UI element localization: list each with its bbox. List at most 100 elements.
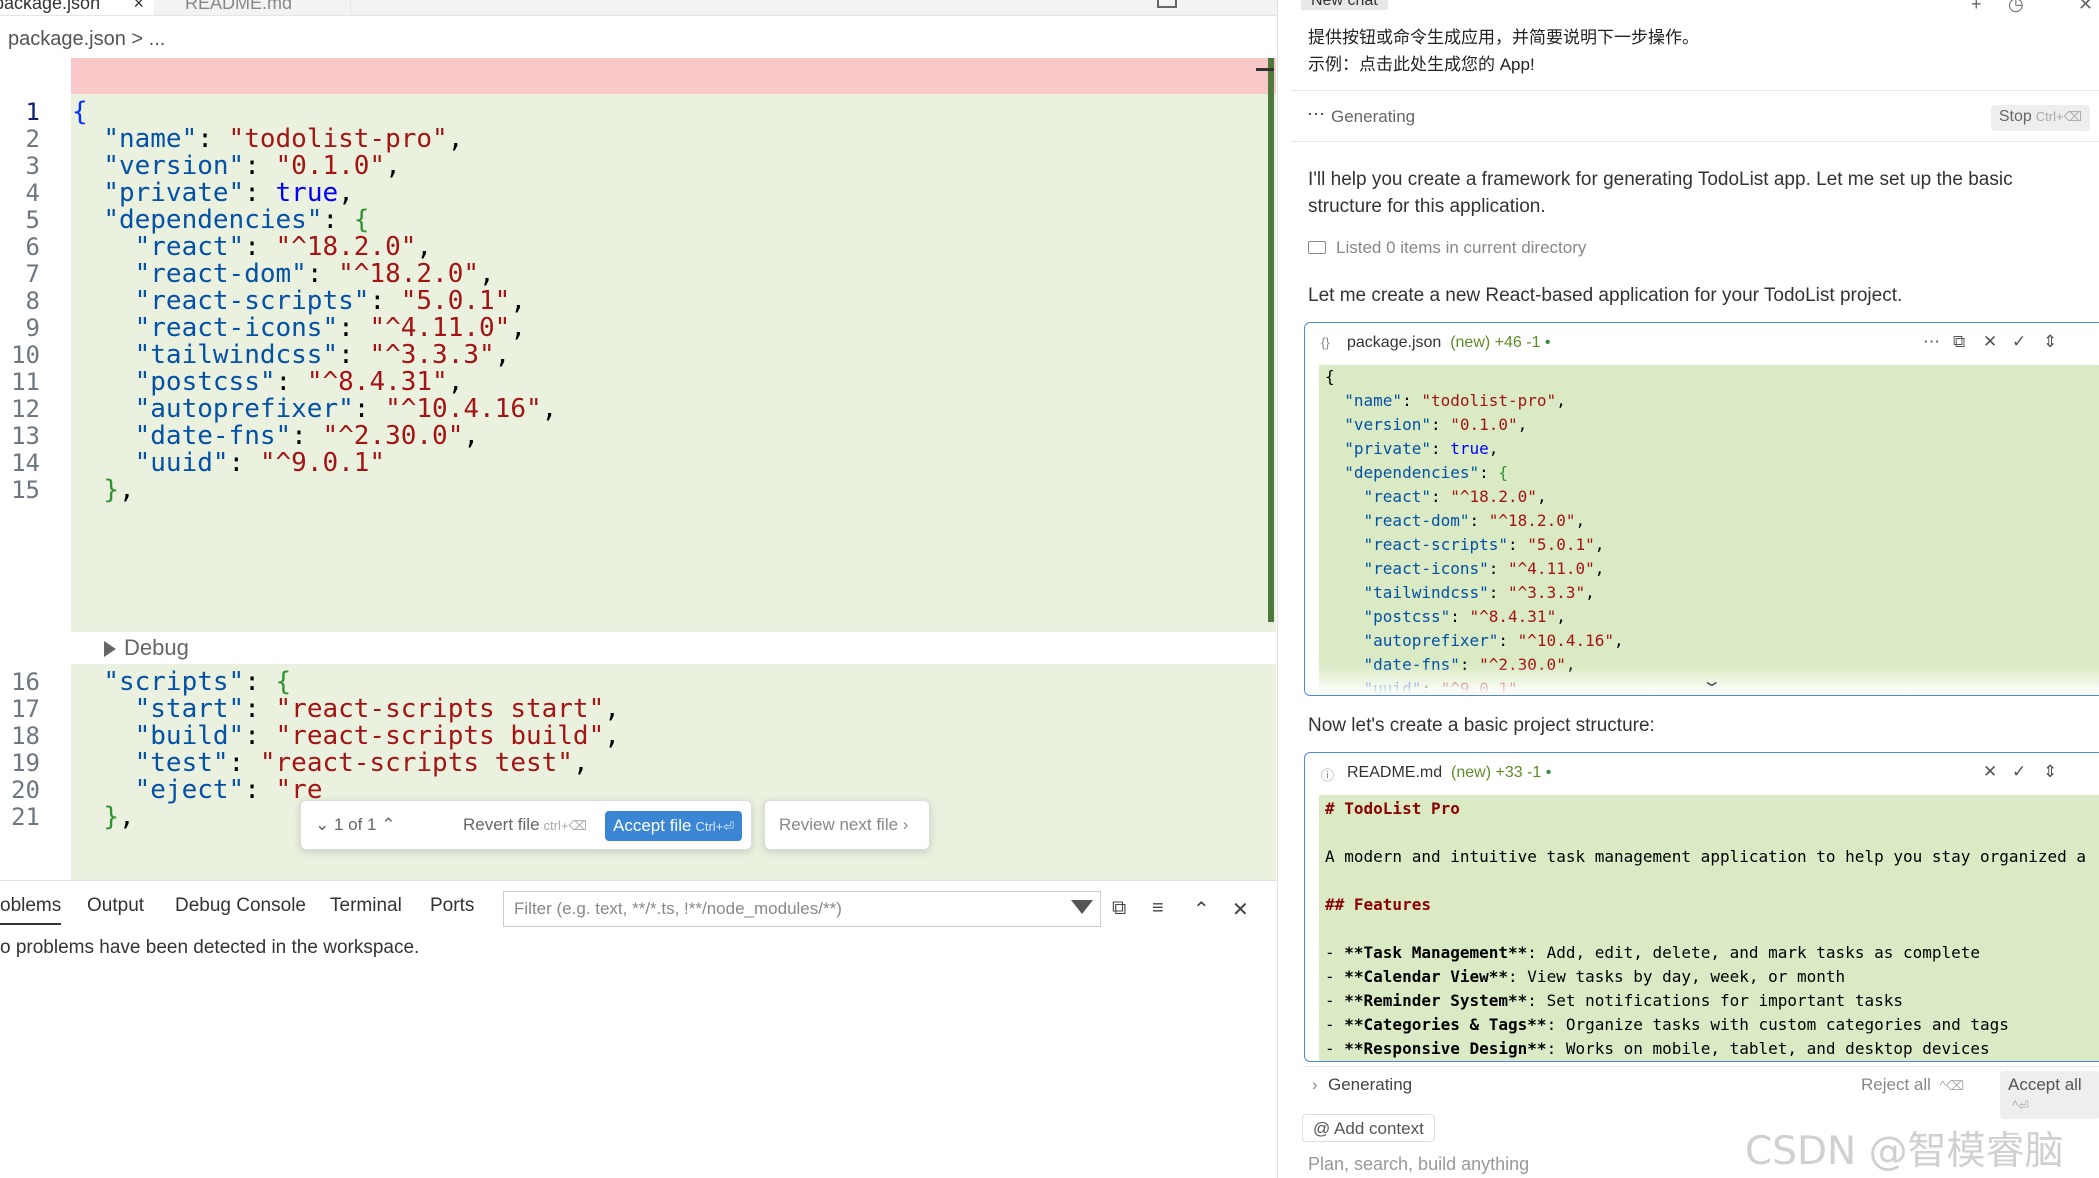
debug-label: Debug — [124, 635, 189, 660]
new-chat-icon[interactable]: + — [1971, 0, 1982, 15]
code-token: "eject" — [134, 775, 245, 805]
code-token: "autoprefixer" — [1363, 631, 1499, 650]
code-token: "^10.4.16" — [1517, 631, 1614, 650]
code-token: , — [1585, 583, 1595, 602]
code-token: - — [1325, 1039, 1345, 1058]
shortcut-hint: ctrl+⌫ — [543, 818, 587, 833]
tab-problems[interactable]: oblems — [0, 895, 62, 925]
code-token: : — [1450, 607, 1470, 626]
copy-icon[interactable]: ⧉ — [1953, 332, 1965, 352]
card-filename[interactable]: README.md — [1347, 764, 1442, 781]
code-token: , — [1488, 439, 1499, 458]
code-token: : — [228, 448, 260, 478]
code-token: : Add, edit, delete, and mark tasks as c… — [1527, 943, 1981, 962]
close-panel-icon[interactable]: ✕ — [1232, 897, 1249, 922]
removed-line-highlight — [71, 58, 1276, 94]
file-edit-card-readme[interactable]: ⓘ README.md (new) +33 -1 • ✕ ✓ ⇕ # TodoL… — [1304, 752, 2099, 1062]
close-icon[interactable]: ✕ — [2078, 0, 2093, 15]
scrollbar-thumb[interactable] — [1256, 68, 1274, 71]
chevron-down-icon[interactable]: ⌄ — [1701, 671, 1722, 691]
more-icon[interactable]: ⋯ — [1923, 332, 1940, 352]
card-header: ⓘ README.md (new) +33 -1 • ✕ ✓ ⇕ — [1305, 753, 2099, 793]
code-token: , — [604, 721, 620, 751]
reject-all-button[interactable]: Reject all ^⌫ — [1861, 1075, 1964, 1095]
code-token: , — [118, 475, 135, 505]
code-token: **Reminder System** — [1344, 991, 1528, 1010]
reject-icon[interactable]: ✕ — [1983, 762, 1997, 782]
breadcrumb[interactable]: package.json > ... — [8, 28, 165, 51]
tool-call-listing[interactable]: Listed 0 items in current directory — [1308, 238, 1586, 258]
revert-file-button[interactable]: Revert file ctrl+⌫ — [463, 815, 587, 835]
generating-status: ··· Generating Stop Ctrl+⌫ — [1291, 90, 2099, 142]
tab-output[interactable]: Output — [87, 895, 144, 917]
code-line: }, — [72, 472, 135, 508]
close-icon[interactable]: × — [133, 0, 144, 15]
code-line: "react-scripts": "5.0.1", — [1325, 533, 1605, 557]
expand-icon[interactable]: ⇕ — [2043, 762, 2057, 782]
code-token: "react-dom" — [1363, 511, 1470, 530]
card-header: {} package.json (new) +46 -1 • ⋯ ⧉ ✕ ✓ ⇕ — [1305, 323, 2099, 363]
wrap-lines-icon[interactable]: ≡ — [1152, 897, 1164, 920]
code-line: { — [1325, 365, 1335, 389]
code-line: "name": "todolist-pro", — [1325, 389, 1566, 413]
tab-new-chat[interactable]: New chat — [1301, 0, 1388, 10]
code-token: : Set notifications for important tasks — [1527, 991, 1903, 1010]
code-line: - **Categories & Tags**: Organize tasks … — [1325, 1013, 2009, 1037]
card-diff-count: +33 -1 — [1495, 764, 1542, 781]
card-status: (new) — [1451, 764, 1492, 781]
accept-icon[interactable]: ✓ — [2012, 332, 2026, 352]
review-next-file-button[interactable]: Review next file › — [764, 800, 930, 850]
filter-icon[interactable] — [1071, 900, 1093, 914]
chat-input[interactable]: Plan, search, build anything — [1308, 1154, 1529, 1175]
code-token: "postcss" — [1363, 607, 1451, 626]
code-token: : — [1479, 463, 1499, 482]
tab-package-json[interactable]: package.json × — [0, 0, 154, 15]
code-token: , — [1556, 391, 1566, 410]
card-filename[interactable]: package.json — [1347, 334, 1441, 351]
code-token: # TodoList Pro — [1325, 799, 1460, 818]
accept-icon[interactable]: ✓ — [2012, 762, 2026, 782]
watermark: CSDN @智模睿脑君 — [1745, 1129, 2064, 1174]
line-number: 15 — [11, 476, 40, 504]
chevron-right-icon[interactable]: › — [1312, 1075, 1318, 1095]
maximize-panel-icon[interactable]: ⌃ — [1193, 897, 1210, 922]
debug-codelens[interactable]: Debug — [104, 632, 189, 664]
tab-readme[interactable]: README.md — [155, 0, 351, 15]
collapse-all-icon[interactable]: ⧉ — [1112, 897, 1126, 920]
stop-button[interactable]: Stop Ctrl+⌫ — [1990, 105, 2090, 131]
diff-counter[interactable]: ⌄ 1 of 1 ⌃ — [315, 815, 395, 835]
accept-file-button[interactable]: Accept file Ctrl+⏎ — [605, 811, 743, 841]
reject-icon[interactable]: ✕ — [1983, 332, 1997, 352]
code-token: "react-icons" — [1363, 559, 1489, 578]
code-token: , — [447, 124, 464, 154]
code-token: "5.0.1" — [1527, 535, 1595, 554]
file-edit-card-package-json[interactable]: {} package.json (new) +46 -1 • ⋯ ⧉ ✕ ✓ ⇕… — [1304, 322, 2099, 696]
split-editor-icon[interactable] — [1157, 0, 1177, 8]
tab-ports[interactable]: Ports — [430, 895, 474, 917]
problems-filter-input[interactable]: Filter (e.g. text, **/*.ts, !**/node_mod… — [503, 891, 1101, 927]
status-dot-icon: • — [1545, 764, 1552, 781]
code-token: "0.1.0" — [1450, 415, 1518, 434]
code-token: , — [1594, 535, 1605, 554]
add-context-button[interactable]: @ Add context — [1302, 1114, 1435, 1142]
code-token: , — [1575, 511, 1586, 530]
tab-debug-console[interactable]: Debug Console — [175, 895, 306, 917]
accept-all-button[interactable]: Accept all ^⏎ — [2000, 1071, 2099, 1119]
accept-all-label: Accept all — [2008, 1075, 2082, 1094]
code-token: "^18.2.0" — [1450, 487, 1537, 506]
card-code-preview: # TodoList Pro A modern and intuitive tas… — [1319, 795, 2099, 1061]
code-token: , — [1594, 559, 1605, 578]
code-token: , — [1517, 415, 1528, 434]
expand-icon[interactable]: ⇕ — [2043, 332, 2057, 352]
history-icon[interactable]: ◷ — [2008, 0, 2024, 15]
code-token: , — [385, 151, 401, 181]
info-icon: ⓘ — [1321, 768, 1335, 783]
code-token: - — [1325, 991, 1345, 1010]
tab-terminal[interactable]: Terminal — [330, 895, 402, 917]
code-token: , — [1556, 607, 1566, 626]
status-dot-icon: • — [1544, 334, 1551, 351]
shortcut-hint: ^⏎ — [2012, 1098, 2029, 1113]
code-token: , — [463, 421, 480, 451]
